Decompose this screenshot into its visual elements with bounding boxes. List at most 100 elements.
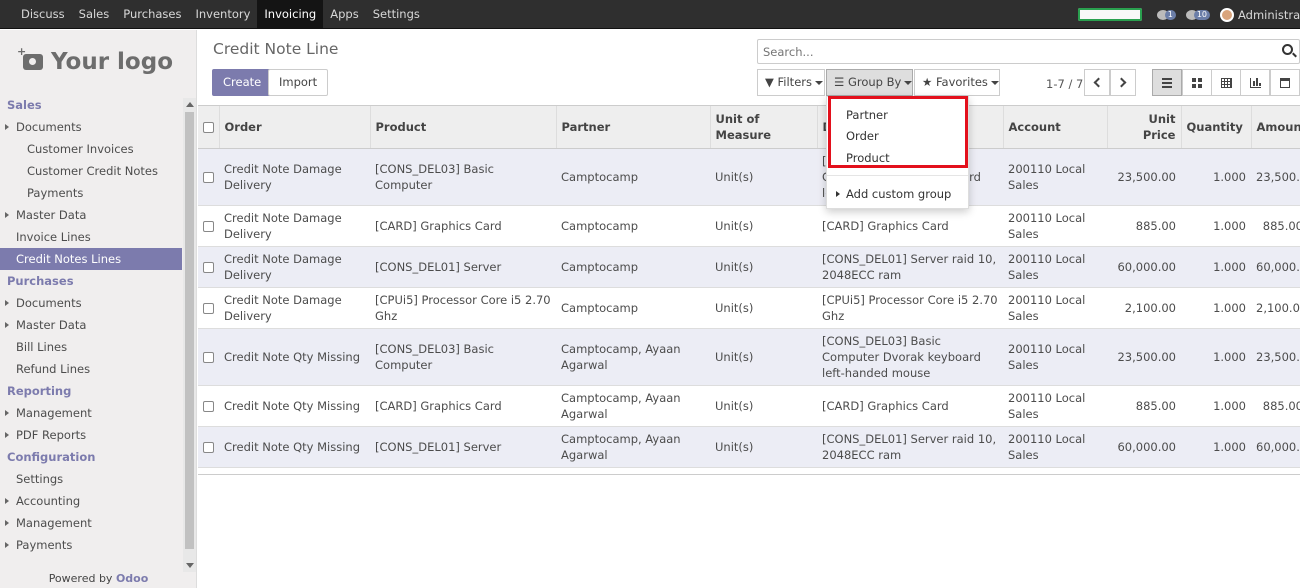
sidebar-item[interactable]: Master Data [0, 314, 182, 336]
sidebar-item[interactable]: Bill Lines [0, 336, 182, 358]
cell-quantity: 1.000 [1181, 205, 1251, 247]
sidebar-item[interactable]: Documents [0, 292, 182, 314]
calendar-view-button[interactable] [1270, 69, 1300, 96]
cell-order: Credit Note Damage Delivery [219, 148, 370, 206]
row-select-cell[interactable] [198, 426, 219, 468]
user-menu[interactable]: Administrator [1238, 8, 1300, 22]
list-view-button[interactable] [1152, 69, 1182, 96]
company-logo[interactable]: Your logo [0, 30, 196, 94]
column-uom[interactable]: Unit of Measure [710, 106, 818, 149]
row-select-cell[interactable] [198, 328, 219, 386]
menu-sales[interactable]: Sales [72, 0, 117, 28]
groupby-button[interactable]: ☰ Group By [826, 69, 913, 96]
row-checkbox[interactable] [203, 441, 214, 453]
sidebar-item[interactable]: Management [0, 402, 182, 424]
table-row[interactable]: Credit Note Damage Delivery [CARD] Graphi… [198, 205, 1300, 247]
create-button[interactable]: Create [212, 69, 273, 96]
table-row[interactable]: Credit Note Qty Missing [CONS_DEL03] Basi… [198, 328, 1300, 386]
menu-settings[interactable]: Settings [366, 0, 427, 28]
powered-brand[interactable]: Odoo [116, 572, 148, 585]
sidebar-item[interactable]: PDF Reports [0, 424, 182, 446]
messages-button[interactable]: 1 [1156, 9, 1176, 20]
sidebar-item[interactable]: Master Data [0, 204, 182, 226]
table-row[interactable]: Credit Note Damage Delivery [CPUi5] Proce… [198, 287, 1300, 329]
sidebar-item[interactable]: Accounting [0, 490, 182, 512]
sidebar-item[interactable]: Documents [0, 116, 182, 138]
column-amount[interactable]: Amount [1251, 106, 1300, 149]
table-row[interactable]: Credit Note Qty Missing [CONS_DEL01] Serv… [198, 426, 1300, 468]
sidebar-item[interactable]: Payments [0, 182, 182, 204]
favorites-button[interactable]: ★ Favorites [914, 69, 1000, 96]
scroll-down-icon[interactable] [186, 563, 194, 568]
search-icon[interactable] [1282, 44, 1293, 55]
row-select-cell[interactable] [198, 246, 219, 288]
search-input[interactable] [758, 40, 1299, 63]
column-partner[interactable]: Partner [556, 106, 711, 149]
sidebar-scrollbar[interactable] [183, 98, 196, 572]
row-select-cell[interactable] [198, 385, 219, 427]
column-order[interactable]: Order [219, 106, 371, 149]
row-checkbox[interactable] [203, 220, 214, 232]
row-checkbox[interactable] [203, 261, 214, 273]
menu-inventory[interactable]: Inventory [188, 0, 257, 28]
column-quantity[interactable]: Quantity [1181, 106, 1252, 149]
sidebar-item[interactable]: Payments [0, 534, 182, 556]
sidebar-item[interactable]: Customer Invoices [0, 138, 182, 160]
groupby-option-partner[interactable]: Partner [827, 104, 968, 126]
menu-discuss[interactable]: Discuss [14, 0, 72, 28]
filters-button[interactable]: ▼ Filters [757, 69, 825, 96]
pager-previous-button[interactable] [1084, 69, 1110, 96]
avatar[interactable] [1220, 7, 1234, 22]
kanban-view-button[interactable] [1182, 69, 1212, 96]
table-row[interactable]: Credit Note Damage Delivery [CONS_DEL03] … [198, 148, 1300, 206]
row-select-cell[interactable] [198, 287, 219, 329]
sidebar-section[interactable]: Purchases [0, 270, 182, 292]
menu-apps[interactable]: Apps [323, 0, 365, 28]
sidebar-item[interactable]: Credit Notes Lines [0, 248, 182, 270]
app-menu: Discuss Sales Purchases Inventory Invoic… [14, 0, 427, 29]
row-select-cell[interactable] [198, 205, 219, 247]
row-checkbox[interactable] [203, 351, 214, 363]
cell-product: [CONS_DEL01] Server [370, 426, 556, 468]
row-checkbox[interactable] [203, 171, 214, 183]
scroll-up-icon[interactable] [186, 102, 194, 107]
menu-invoicing[interactable]: Invoicing [257, 0, 324, 28]
column-unit-price[interactable]: Unit Price [1107, 106, 1182, 149]
activity-button[interactable]: 10 [1185, 9, 1210, 20]
filters-label: Filters [777, 75, 812, 89]
sidebar-section[interactable]: Reporting [0, 380, 182, 402]
pager-next-button[interactable] [1110, 69, 1136, 96]
funnel-icon: ▼ [765, 75, 774, 89]
sidebar-item[interactable]: Management [0, 512, 182, 534]
sidebar-item[interactable]: Refund Lines [0, 358, 182, 380]
select-all-cell[interactable] [198, 106, 220, 149]
dropdown-divider [827, 175, 968, 176]
sidebar-item[interactable]: Settings [0, 468, 182, 490]
cell-product: [CARD] Graphics Card [370, 385, 556, 427]
row-checkbox[interactable] [203, 400, 214, 412]
add-custom-group[interactable]: Add custom group [827, 183, 968, 205]
groupby-option-order[interactable]: Order [827, 125, 968, 147]
sidebar-item[interactable]: Customer Credit Notes [0, 160, 182, 182]
list-icon [1162, 76, 1172, 90]
table-row[interactable]: Credit Note Damage Delivery [CONS_DEL01] … [198, 246, 1300, 288]
table-row[interactable]: Credit Note Qty Missing [CARD] Graphics C… [198, 385, 1300, 427]
graph-view-button[interactable] [1240, 69, 1270, 96]
progress-indicator[interactable] [1077, 8, 1142, 21]
column-account[interactable]: Account [1003, 106, 1108, 149]
sidebar-item[interactable]: Invoice Lines [0, 226, 182, 248]
column-product[interactable]: Product [370, 106, 557, 149]
cell-product: [CARD] Graphics Card [370, 205, 556, 247]
sidebar-section[interactable]: Sales [0, 94, 182, 116]
row-select-cell[interactable] [198, 148, 219, 206]
import-button[interactable]: Import [268, 69, 329, 96]
row-checkbox[interactable] [203, 302, 214, 314]
menu-purchases[interactable]: Purchases [116, 0, 188, 28]
table-body: Credit Note Damage Delivery [CONS_DEL03] … [198, 148, 1300, 468]
groupby-option-product[interactable]: Product [827, 147, 968, 169]
pivot-view-button[interactable] [1211, 69, 1241, 96]
select-all-checkbox[interactable] [203, 121, 214, 133]
scrollbar-thumb[interactable] [185, 112, 194, 549]
pager-value[interactable]: 1-7 / 7 [1046, 77, 1083, 91]
sidebar-section[interactable]: Configuration [0, 446, 182, 468]
